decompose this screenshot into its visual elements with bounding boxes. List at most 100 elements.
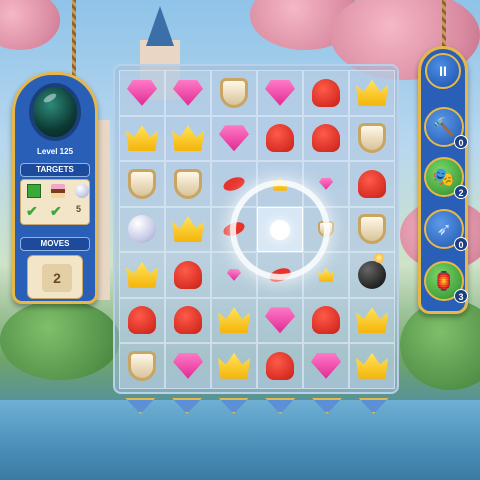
pause-button[interactable]: II [425, 53, 461, 89]
crown-piece-icon [218, 352, 250, 379]
gem-piece-icon [127, 79, 157, 106]
booster-hammer[interactable]: 🔨 0 [424, 107, 468, 149]
bell-piece-icon [266, 124, 294, 153]
check-icon: ✔ [50, 203, 62, 219]
level-label: Level 125 [36, 147, 74, 156]
board-cell[interactable] [211, 115, 257, 161]
board-cell[interactable] [165, 343, 211, 389]
board-cell[interactable] [349, 161, 395, 207]
board-cell[interactable] [303, 297, 349, 343]
explosion-core [270, 220, 290, 240]
gem-piece-icon [265, 307, 295, 334]
bomb-piece-icon [358, 252, 386, 289]
left-hud-panel: Level 125 TARGETS ✔ ✔ 5 MOVES 2 [12, 72, 98, 304]
board-cell[interactable] [257, 70, 303, 116]
target-pearl: 5 [72, 184, 92, 222]
board-cell[interactable] [303, 115, 349, 161]
board-cell[interactable] [165, 206, 211, 252]
board-cell[interactable] [119, 343, 165, 389]
gem-piece-icon [227, 268, 241, 281]
board-cell[interactable] [165, 70, 211, 116]
grass-tile-icon [27, 184, 41, 198]
board-cell[interactable] [119, 297, 165, 343]
shield-piece-icon [358, 214, 386, 245]
bell-piece-icon [312, 78, 340, 107]
cake-block-icon [51, 184, 65, 198]
drop-arrow-icon [265, 398, 296, 414]
shield-piece-icon [128, 350, 156, 381]
gem-piece-icon [319, 177, 333, 190]
board-cell[interactable] [211, 297, 257, 343]
board-cell[interactable] [119, 115, 165, 161]
cherry-tree [0, 0, 60, 50]
castle-spire [146, 6, 174, 46]
cannon-icon: 🏮 [432, 271, 456, 291]
bell-piece-icon [358, 169, 386, 198]
board-cell[interactable] [349, 252, 395, 298]
board-cell[interactable] [165, 115, 211, 161]
booster-count: 0 [454, 237, 468, 251]
board-cell[interactable] [119, 161, 165, 207]
bomb-fuse-spark [374, 252, 384, 263]
board-cell[interactable] [349, 343, 395, 389]
board-cell[interactable] [349, 115, 395, 161]
check-icon: ✔ [26, 203, 38, 219]
gem-piece-icon [311, 352, 341, 379]
pearl-icon [75, 184, 89, 198]
board-cell[interactable] [119, 70, 165, 116]
board-cell[interactable] [257, 115, 303, 161]
shield-piece-icon [128, 168, 156, 199]
crown-piece-icon [318, 267, 334, 282]
board-cell[interactable] [349, 297, 395, 343]
gem-piece-icon [219, 125, 249, 152]
booster-cannon[interactable]: 🏮 3 [424, 261, 468, 303]
board-cell[interactable] [349, 206, 395, 252]
shield-piece-icon [220, 77, 248, 108]
bell-piece-icon [312, 124, 340, 153]
drop-arrow-icon [311, 398, 342, 414]
board-cell[interactable] [257, 343, 303, 389]
board-cell[interactable] [211, 70, 257, 116]
booster-count: 0 [454, 135, 468, 149]
crown-piece-icon [356, 307, 388, 334]
crown-piece-icon [126, 125, 158, 152]
moves-counter: 2 [42, 264, 72, 292]
hammer-icon: 🔨 [432, 117, 456, 137]
board-cell[interactable] [165, 252, 211, 298]
drop-arrows [117, 398, 397, 418]
shield-piece-icon [174, 168, 202, 199]
crown-piece-icon [126, 261, 158, 288]
board-cell[interactable] [303, 343, 349, 389]
board-cell[interactable] [165, 161, 211, 207]
bell-piece-icon [266, 351, 294, 380]
booster-arrow[interactable]: ➶ 0 [424, 209, 468, 251]
hedge [0, 300, 120, 380]
bell-piece-icon [174, 260, 202, 289]
level-orb [29, 83, 81, 141]
crown-piece-icon [218, 307, 250, 334]
board-cell[interactable] [119, 206, 165, 252]
bell-piece-icon [174, 306, 202, 335]
gem-piece-icon [173, 352, 203, 379]
booster-jester-hat[interactable]: 🎭 2 [424, 157, 468, 199]
drop-arrow-icon [171, 398, 202, 414]
board-cell[interactable] [165, 297, 211, 343]
board-cell[interactable] [303, 70, 349, 116]
pearl-piece-icon [128, 215, 156, 244]
board-cell[interactable] [349, 70, 395, 116]
booster-count: 3 [454, 289, 468, 303]
crown-piece-icon [172, 216, 204, 243]
target-cake: ✔ [48, 184, 68, 222]
shield-piece-icon [358, 123, 386, 154]
arrow-icon: ➶ [436, 219, 452, 239]
rope [442, 0, 446, 50]
right-booster-panel: II 🔨 0 🎭 2 ➶ 0 🏮 3 [418, 46, 468, 314]
moves-header: MOVES [20, 237, 90, 251]
board-cell[interactable] [119, 252, 165, 298]
crown-piece-icon [356, 352, 388, 379]
board-cell[interactable] [257, 297, 303, 343]
board-cell[interactable] [211, 343, 257, 389]
pearl-remaining: 5 [76, 204, 82, 214]
drop-arrow-icon [358, 398, 389, 414]
targets-box: ✔ ✔ 5 [20, 179, 90, 225]
